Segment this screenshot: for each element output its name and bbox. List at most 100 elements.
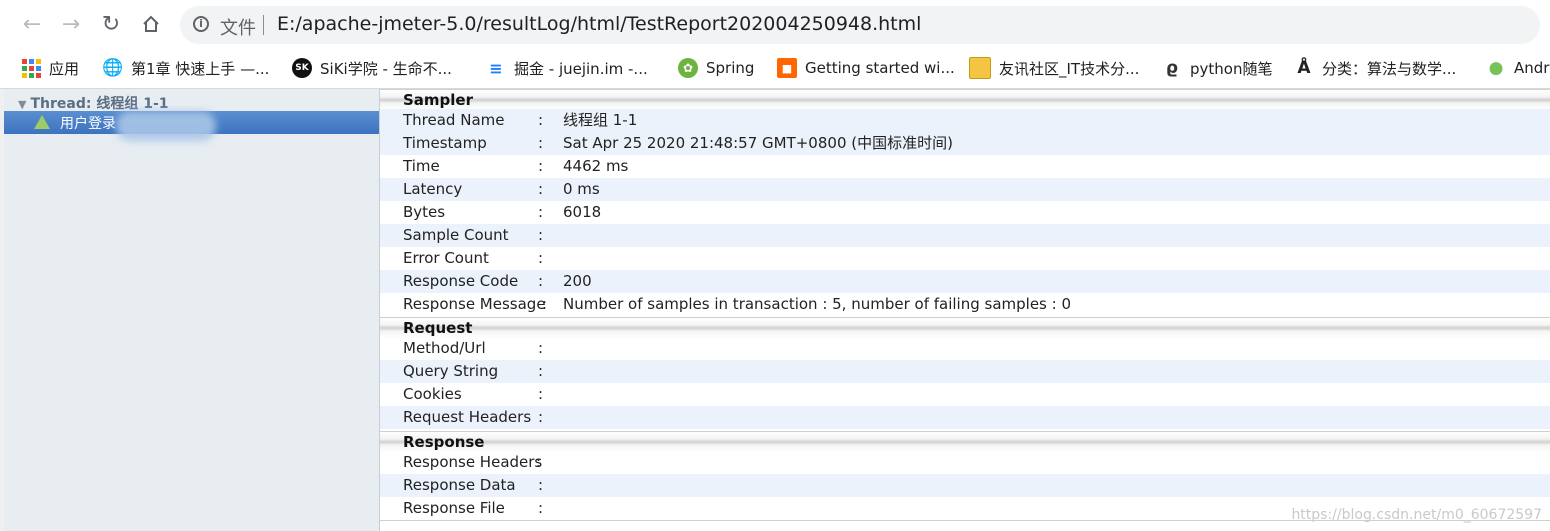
scheme-label: 文件 <box>220 18 256 39</box>
thread-tree-panel: ▼ Thread: 线程组 1-1 用户登录 <box>4 89 380 531</box>
separator: : <box>538 272 544 290</box>
bookmark-item[interactable]: ✿ Spring <box>678 56 754 80</box>
detail-row: Sample Count : <box>380 224 1550 247</box>
cnblogs-logo-icon: Å <box>1297 58 1311 78</box>
field-value: 0 ms <box>563 180 600 198</box>
field-label: Latency <box>403 180 463 198</box>
detail-row: Error Count : <box>380 247 1550 270</box>
separator: : <box>538 134 544 152</box>
apps-grid-icon <box>22 58 41 78</box>
detail-row: Response Message : Number of samples in … <box>380 293 1550 316</box>
field-label: Bytes <box>403 203 446 221</box>
sampler-success-icon <box>34 115 50 129</box>
android-icon: ● <box>1488 58 1504 78</box>
field-label: Response Headers <box>403 453 543 471</box>
info-icon[interactable]: i <box>193 16 209 32</box>
bookmarks-bar: 应用 🌐 第1章 快速上手 —... SK SiKi学院 - 生命不... ≡ … <box>0 50 1550 89</box>
juejin-logo-icon: ≡ <box>489 58 503 78</box>
section-header-response: Response <box>380 431 1550 452</box>
bookmark-item[interactable]: ■ Getting started wi... <box>777 56 955 80</box>
browser-toolbar: ← → ↻ i 文件 E:/apache-jmeter-5.0/resultLo… <box>0 0 1550 50</box>
detail-row: Cookies : <box>380 383 1550 406</box>
field-value: Sat Apr 25 2020 21:48:57 GMT+0800 (中国标准时… <box>563 134 953 152</box>
separator: : <box>536 453 542 471</box>
field-value: 6018 <box>563 203 602 221</box>
rabbitmq-logo-icon: ■ <box>777 58 797 78</box>
section-title: Sampler <box>403 91 474 109</box>
spring-leaf-icon: ✿ <box>678 58 698 78</box>
forward-arrow-icon[interactable]: → <box>56 9 86 39</box>
detail-row: Query String : <box>380 360 1550 383</box>
field-label: Method/Url <box>403 339 486 357</box>
bookmark-label: SiKi学院 - 生命不... <box>320 59 452 78</box>
redaction-blur <box>116 111 216 141</box>
bookmark-item[interactable]: ≡ 掘金 - juejin.im -... <box>486 56 648 80</box>
bookmark-label: 应用 <box>49 59 80 78</box>
detail-row: Timestamp : Sat Apr 25 2020 21:48:57 GMT… <box>380 132 1550 155</box>
address-bar[interactable]: i 文件 E:/apache-jmeter-5.0/resultLog/html… <box>180 6 1540 44</box>
python-script-icon: ϱ <box>1165 58 1179 78</box>
tree-root-label: Thread: 线程组 1-1 <box>30 96 169 112</box>
detail-row: Method/Url : <box>380 337 1550 360</box>
detail-row: Time : 4462 ms <box>380 155 1550 178</box>
sample-details-panel: Sampler Thread Name : 线程组 1-1 Timestamp … <box>380 89 1550 531</box>
field-label: Response Message <box>403 295 546 313</box>
field-label: Timestamp <box>403 134 487 152</box>
note-icon <box>969 57 991 79</box>
bookmark-item[interactable]: 🌐 第1章 快速上手 —... <box>102 56 270 80</box>
home-icon[interactable] <box>136 9 166 39</box>
bookmark-item[interactable]: ● Andr <box>1486 56 1550 80</box>
section-title: Request <box>403 319 473 337</box>
detail-row: Latency : 0 ms <box>380 178 1550 201</box>
field-label: Request Headers <box>403 408 532 426</box>
field-value: 线程组 1-1 <box>563 111 638 129</box>
bookmark-label: 掘金 - juejin.im -... <box>514 59 648 78</box>
separator: : <box>538 362 544 380</box>
field-label: Sample Count <box>403 226 509 244</box>
separator: : <box>538 408 544 426</box>
field-label: Time <box>403 157 440 175</box>
field-value: Number of samples in transaction : 5, nu… <box>563 295 1072 313</box>
detail-row: Response Headers : <box>380 451 1550 474</box>
field-label: Query String <box>403 362 499 380</box>
separator: : <box>538 203 544 221</box>
separator: : <box>538 226 544 244</box>
separator: : <box>538 499 544 517</box>
tree-root-thread[interactable]: ▼ Thread: 线程组 1-1 <box>18 93 169 113</box>
url-text[interactable]: E:/apache-jmeter-5.0/resultLog/html/Test… <box>277 13 921 35</box>
bookmark-label: 分类：算法与数学... <box>1322 59 1457 78</box>
detail-row: Thread Name : 线程组 1-1 <box>380 109 1550 132</box>
tree-item-label: 用户登录 <box>60 116 116 132</box>
bookmark-item[interactable]: ϱ python随笔 <box>1162 56 1273 80</box>
field-label: Thread Name <box>403 111 505 129</box>
bookmark-label: python随笔 <box>1190 59 1273 78</box>
field-label: Response Data <box>403 476 516 494</box>
detail-row: Response Code : 200 <box>380 270 1550 293</box>
bookmark-label: Spring <box>706 59 755 77</box>
section-header-request: Request <box>380 317 1550 338</box>
field-label: Cookies <box>403 385 462 403</box>
expand-caret-icon[interactable]: ▼ <box>18 98 26 111</box>
field-value: 4462 ms <box>563 157 629 175</box>
separator: : <box>538 476 544 494</box>
separator: : <box>538 111 544 129</box>
back-arrow-icon[interactable]: ← <box>17 9 47 39</box>
bookmark-item[interactable]: SK SiKi学院 - 生命不... <box>292 56 452 80</box>
bookmark-label: Getting started wi... <box>805 59 955 77</box>
bookmark-item[interactable]: 友讯社区_IT技术分... <box>969 56 1139 80</box>
reload-icon[interactable]: ↻ <box>96 9 126 39</box>
detail-row: Bytes : 6018 <box>380 201 1550 224</box>
bookmark-item[interactable]: Å 分类：算法与数学... <box>1294 56 1456 80</box>
field-label: Response File <box>403 499 505 517</box>
separator: : <box>538 385 544 403</box>
detail-row: Request Headers : <box>380 406 1550 429</box>
address-divider <box>263 15 264 35</box>
bookmark-label: 第1章 快速上手 —... <box>131 59 270 78</box>
watermark: https://blog.csdn.net/m0_60672597 <box>1291 507 1542 523</box>
globe-icon: 🌐 <box>102 58 124 78</box>
separator: : <box>542 295 548 313</box>
bookmark-label: 友讯社区_IT技术分... <box>999 59 1140 78</box>
siki-logo-icon: SK <box>292 58 312 78</box>
field-label: Error Count <box>403 249 489 267</box>
bookmark-apps[interactable]: 应用 <box>22 56 79 80</box>
